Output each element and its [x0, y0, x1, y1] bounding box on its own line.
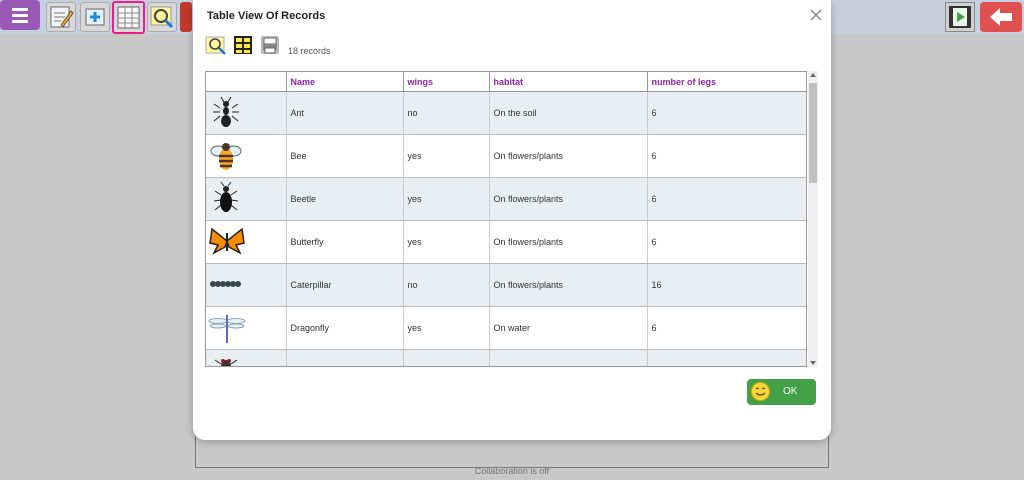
record-wings: no: [403, 91, 490, 135]
table-header-row: Name wings habitat number of legs: [206, 72, 806, 92]
bee-icon: [210, 143, 242, 170]
scroll-down-icon[interactable]: [810, 361, 816, 365]
ok-button[interactable]: OK: [747, 379, 816, 405]
table-row[interactable]: Dragonfly yes On water 6: [206, 306, 806, 350]
record-image: [206, 349, 287, 366]
record-name: Caterpillar: [286, 263, 404, 307]
record-habitat: On the soil: [488, 91, 648, 135]
table-row[interactable]: Butterfly yes On flowers/plants 6: [206, 220, 806, 264]
close-icon[interactable]: [809, 8, 823, 22]
record-image: [206, 177, 287, 221]
back-button[interactable]: [980, 2, 1022, 32]
record-wings: yes: [403, 134, 490, 178]
column-header-wings[interactable]: wings: [403, 72, 490, 92]
search-icon: [150, 6, 174, 29]
slideshow-button[interactable]: [945, 2, 975, 32]
table-view-icon: [117, 6, 140, 29]
record-image: [206, 91, 287, 135]
record-habitat: On flowers/plants: [488, 263, 648, 307]
records-table: Name wings habitat number of legs Ant no…: [205, 71, 807, 367]
record-name: Bee: [286, 134, 404, 178]
dialog-title: Table View Of Records: [207, 10, 326, 22]
menu-button[interactable]: [0, 0, 40, 30]
column-header-legs[interactable]: number of legs: [647, 72, 806, 92]
record-image: [206, 220, 287, 264]
record-name: Fly: [286, 349, 404, 366]
dragonfly-icon: [208, 315, 246, 343]
record-image: [206, 134, 287, 178]
grid-view-icon[interactable]: [232, 34, 254, 56]
record-legs: 6: [647, 177, 806, 221]
table-row[interactable]: Beetle yes On flowers/plants 6: [206, 177, 806, 221]
beetle-icon: [213, 181, 239, 212]
record-habitat: On flowers/plants: [488, 220, 648, 264]
fly-icon: [214, 359, 238, 366]
scroll-thumb[interactable]: [809, 83, 817, 183]
table-row[interactable]: Bee yes On flowers/plants 6: [206, 134, 806, 178]
record-name: Dragonfly: [286, 306, 404, 350]
column-header-image: [206, 72, 287, 92]
table-scrollbar[interactable]: [808, 71, 818, 367]
edit-record-icon: [50, 6, 74, 28]
record-count: 18 records: [288, 46, 331, 56]
table-row[interactable]: Ant no On the soil 6: [206, 91, 806, 135]
record-habitat: On water: [488, 306, 648, 350]
record-wings: yes: [403, 177, 490, 221]
smiley-icon: [751, 382, 770, 401]
collaboration-status: Collaboration is off: [474, 466, 550, 476]
record-wings: yes: [403, 306, 490, 350]
chart-button[interactable]: [180, 2, 192, 32]
column-header-habitat[interactable]: habitat: [488, 72, 648, 92]
print-icon[interactable]: [259, 34, 281, 56]
record-legs: 16: [647, 263, 806, 307]
record-name: Ant: [286, 91, 404, 135]
record-wings: yes: [403, 349, 490, 366]
slideshow-icon: [949, 6, 971, 28]
record-image: [206, 306, 287, 350]
record-name: Butterfly: [286, 220, 404, 264]
record-legs: 6: [647, 220, 806, 264]
table-view-button[interactable]: [112, 1, 145, 34]
column-header-name[interactable]: Name: [286, 72, 404, 92]
record-name: Beetle: [286, 177, 404, 221]
record-wings: no: [403, 263, 490, 307]
record-legs: 6: [647, 349, 806, 366]
record-legs: 6: [647, 134, 806, 178]
ok-label: OK: [783, 386, 798, 397]
record-legs: 6: [647, 306, 806, 350]
caterpillar-icon: [210, 281, 241, 287]
table-row[interactable]: Caterpillar no On flowers/plants 16: [206, 263, 806, 307]
record-wings: yes: [403, 220, 490, 264]
record-legs: 6: [647, 91, 806, 135]
ant-icon: [213, 96, 239, 127]
butterfly-icon: [209, 227, 245, 255]
back-arrow-icon: [990, 8, 1012, 26]
table-view-dialog: Table View Of Records 18 records Name wi…: [193, 0, 831, 440]
scroll-up-icon[interactable]: [810, 73, 816, 77]
record-habitat: On flowers/plants: [488, 177, 648, 221]
record-image: [206, 263, 287, 307]
record-habitat: On flowers/plants: [488, 134, 648, 178]
canvas-frame: [195, 436, 829, 468]
search-icon[interactable]: [205, 34, 227, 56]
add-record-button[interactable]: [80, 2, 110, 32]
edit-record-button[interactable]: [46, 2, 76, 32]
add-record-icon: [85, 8, 105, 26]
record-habitat: On animals: [488, 349, 648, 366]
search-button[interactable]: [147, 2, 177, 32]
table-row[interactable]: Fly yes On animals 6: [206, 349, 806, 366]
